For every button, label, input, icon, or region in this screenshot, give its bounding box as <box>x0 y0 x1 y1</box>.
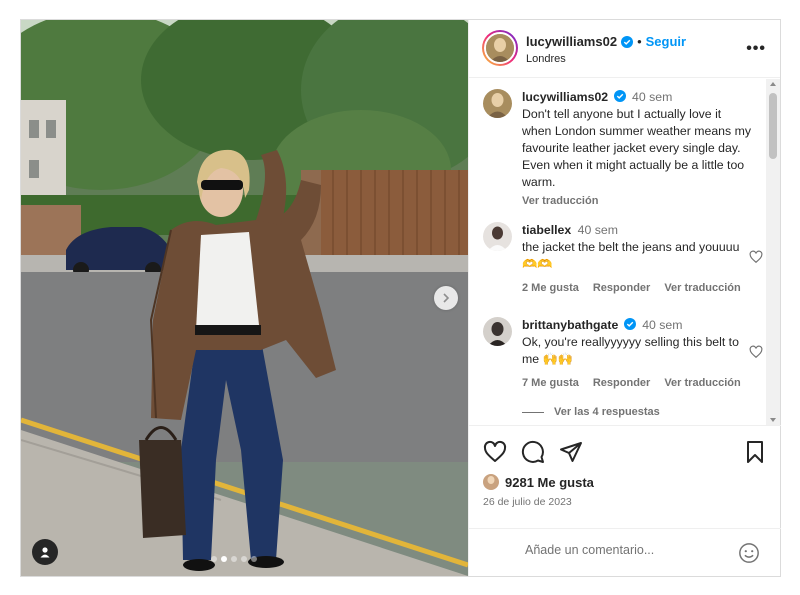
carousel-dot <box>231 556 237 562</box>
comment-text: Don't tell anyone but I actually love it… <box>522 107 751 189</box>
avatar[interactable] <box>483 89 512 118</box>
scrollbar-thumb[interactable] <box>769 93 777 159</box>
carousel-dot-active <box>221 556 227 562</box>
likes-count[interactable]: 9281 Me gusta <box>505 475 594 490</box>
post-header: lucywilliams02 • Seguir Londres ••• <box>469 20 780 78</box>
comment-likes[interactable]: 7 Me gusta <box>522 375 579 392</box>
comment-icon[interactable] <box>521 440 545 464</box>
view-replies-button[interactable]: Ver las 4 respuestas <box>522 406 660 418</box>
comment-input[interactable] <box>525 543 725 557</box>
post-modal: lucywilliams02 • Seguir Londres ••• lucy… <box>20 19 781 577</box>
post-panel: lucywilliams02 • Seguir Londres ••• lucy… <box>468 20 781 576</box>
more-options-button[interactable]: ••• <box>746 40 766 58</box>
bookmark-icon[interactable] <box>743 440 767 464</box>
comment-meta: 2 Me gusta Responder Ver traducción <box>522 280 752 297</box>
caption-body: lucywilliams02 40 sem Don't tell anyone … <box>522 89 752 210</box>
caption-avatar-image <box>483 89 512 118</box>
comment-meta: 7 Me gusta Responder Ver traducción <box>522 375 752 392</box>
post-actions: 9281 Me gusta 26 de julio de 2023 <box>469 425 781 575</box>
comment-username[interactable]: tiabellex <box>522 223 571 237</box>
heart-icon[interactable] <box>749 250 763 264</box>
post-date[interactable]: 26 de julio de 2023 <box>483 496 572 508</box>
avatar[interactable] <box>483 222 512 251</box>
user-tag-icon <box>40 547 50 558</box>
carousel-dot <box>251 556 257 562</box>
author-avatar[interactable] <box>482 30 518 66</box>
comments-list: lucywilliams02 40 sem Don't tell anyone … <box>469 79 781 425</box>
comment-time[interactable]: 40 sem <box>632 90 672 104</box>
heart-icon[interactable] <box>749 345 763 359</box>
see-translation-link[interactable]: Ver traducción <box>522 193 752 210</box>
reply-button[interactable]: Responder <box>593 280 650 297</box>
carousel-indicators <box>211 556 257 562</box>
post-photo[interactable] <box>21 20 468 576</box>
liker-avatar-image <box>483 474 499 490</box>
avatar <box>486 34 514 62</box>
scroll-down-arrow-icon[interactable] <box>770 418 776 422</box>
comment-body: tiabellex 40 sem the jacket the belt the… <box>522 222 752 297</box>
comment-time[interactable]: 40 sem <box>578 223 618 237</box>
next-photo-button[interactable] <box>434 286 458 310</box>
user-tags-button[interactable] <box>32 539 58 565</box>
emoji-icon[interactable] <box>738 542 760 564</box>
header-separator: • <box>637 34 642 49</box>
share-icon[interactable] <box>559 440 583 464</box>
comment-body: brittanybathgate 40 sem Ok, you're reall… <box>522 317 752 392</box>
comment-username[interactable]: brittanybathgate <box>522 318 618 332</box>
commenter-avatar-image <box>483 317 512 346</box>
verified-badge-icon <box>623 318 636 330</box>
follow-button[interactable]: Seguir <box>646 34 686 49</box>
see-translation-link[interactable]: Ver traducción <box>664 280 740 297</box>
see-translation-link[interactable]: Ver traducción <box>664 375 740 392</box>
likes-summary[interactable]: 9281 Me gusta <box>483 474 594 490</box>
action-buttons <box>483 440 583 464</box>
comment-text: the jacket the belt the jeans and youuuu… <box>522 240 740 271</box>
verified-badge-icon <box>613 90 626 102</box>
liker-avatar <box>483 474 499 490</box>
avatar[interactable] <box>483 317 512 346</box>
replies-divider <box>522 411 544 413</box>
carousel-dot <box>241 556 247 562</box>
chevron-right-icon <box>443 293 450 303</box>
header-user-row: lucywilliams02 • Seguir <box>526 34 686 49</box>
heart-icon[interactable] <box>483 440 507 464</box>
commenter-avatar-image <box>483 222 512 251</box>
view-replies-label: Ver las 4 respuestas <box>554 406 660 418</box>
street-fashion-photo <box>21 20 468 576</box>
add-comment-bar <box>469 528 781 576</box>
comment-likes[interactable]: 2 Me gusta <box>522 280 579 297</box>
author-username[interactable]: lucywilliams02 <box>526 34 617 49</box>
reply-button[interactable]: Responder <box>593 375 650 392</box>
comment-time[interactable]: 40 sem <box>642 318 682 332</box>
scroll-up-arrow-icon[interactable] <box>770 82 776 86</box>
comments-scrollbar[interactable] <box>766 79 780 425</box>
comment-username[interactable]: lucywilliams02 <box>522 90 608 104</box>
verified-badge-icon <box>621 35 634 48</box>
carousel-dot <box>211 556 217 562</box>
post-location[interactable]: Londres <box>526 53 566 65</box>
comment-text: Ok, you're reallyyyyyy selling this belt… <box>522 335 739 366</box>
